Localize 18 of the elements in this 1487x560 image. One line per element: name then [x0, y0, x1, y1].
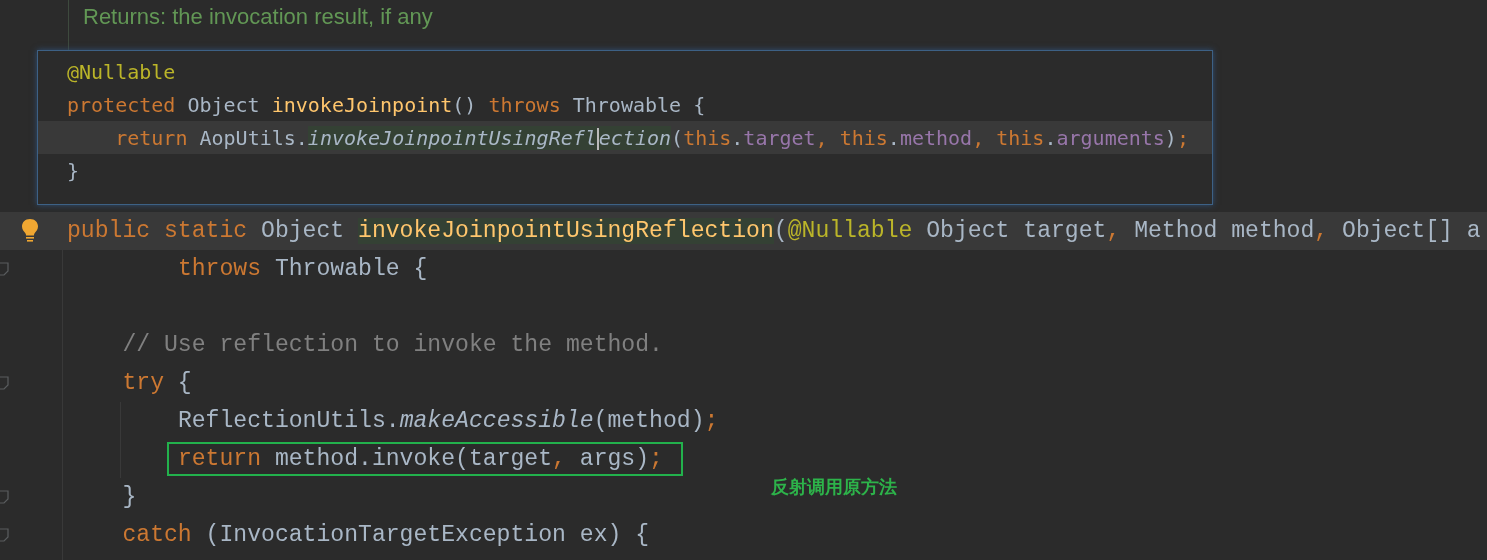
- doc-line: Returns: the invocation result, if any: [83, 3, 433, 31]
- fold-icon[interactable]: [0, 376, 9, 390]
- code-line: return AopUtils.invokeJoinpointUsingRefl ection(this.target, this.method, this.arguments);: [115, 124, 1189, 151]
- code-line: }: [67, 157, 80, 184]
- lightbulb-icon[interactable]: [20, 218, 40, 242]
- code-line: // Use reflection to invoke the method.: [122, 331, 663, 360]
- code-line: }: [122, 483, 137, 512]
- code-line: public static Object invokeJoinpointUsingReflection(@Nullable Object target, Method method, Object[] a: [67, 217, 1481, 246]
- code-line: throws Throwable {: [177, 255, 428, 284]
- fold-icon[interactable]: [0, 490, 9, 504]
- code-line: try {: [122, 369, 192, 398]
- code-line: protected Object invokeJoinpoint() throws Throwable {: [67, 91, 706, 118]
- fold-icon[interactable]: [0, 528, 9, 542]
- code-line: catch (InvocationTargetException ex) {: [122, 521, 650, 550]
- code-line: ReflectionUtils.makeAccessible(method);: [177, 407, 719, 436]
- code-line: @Nullable: [67, 58, 176, 85]
- note-text: 反射调用原方法: [771, 476, 897, 499]
- fold-icon[interactable]: [0, 262, 9, 276]
